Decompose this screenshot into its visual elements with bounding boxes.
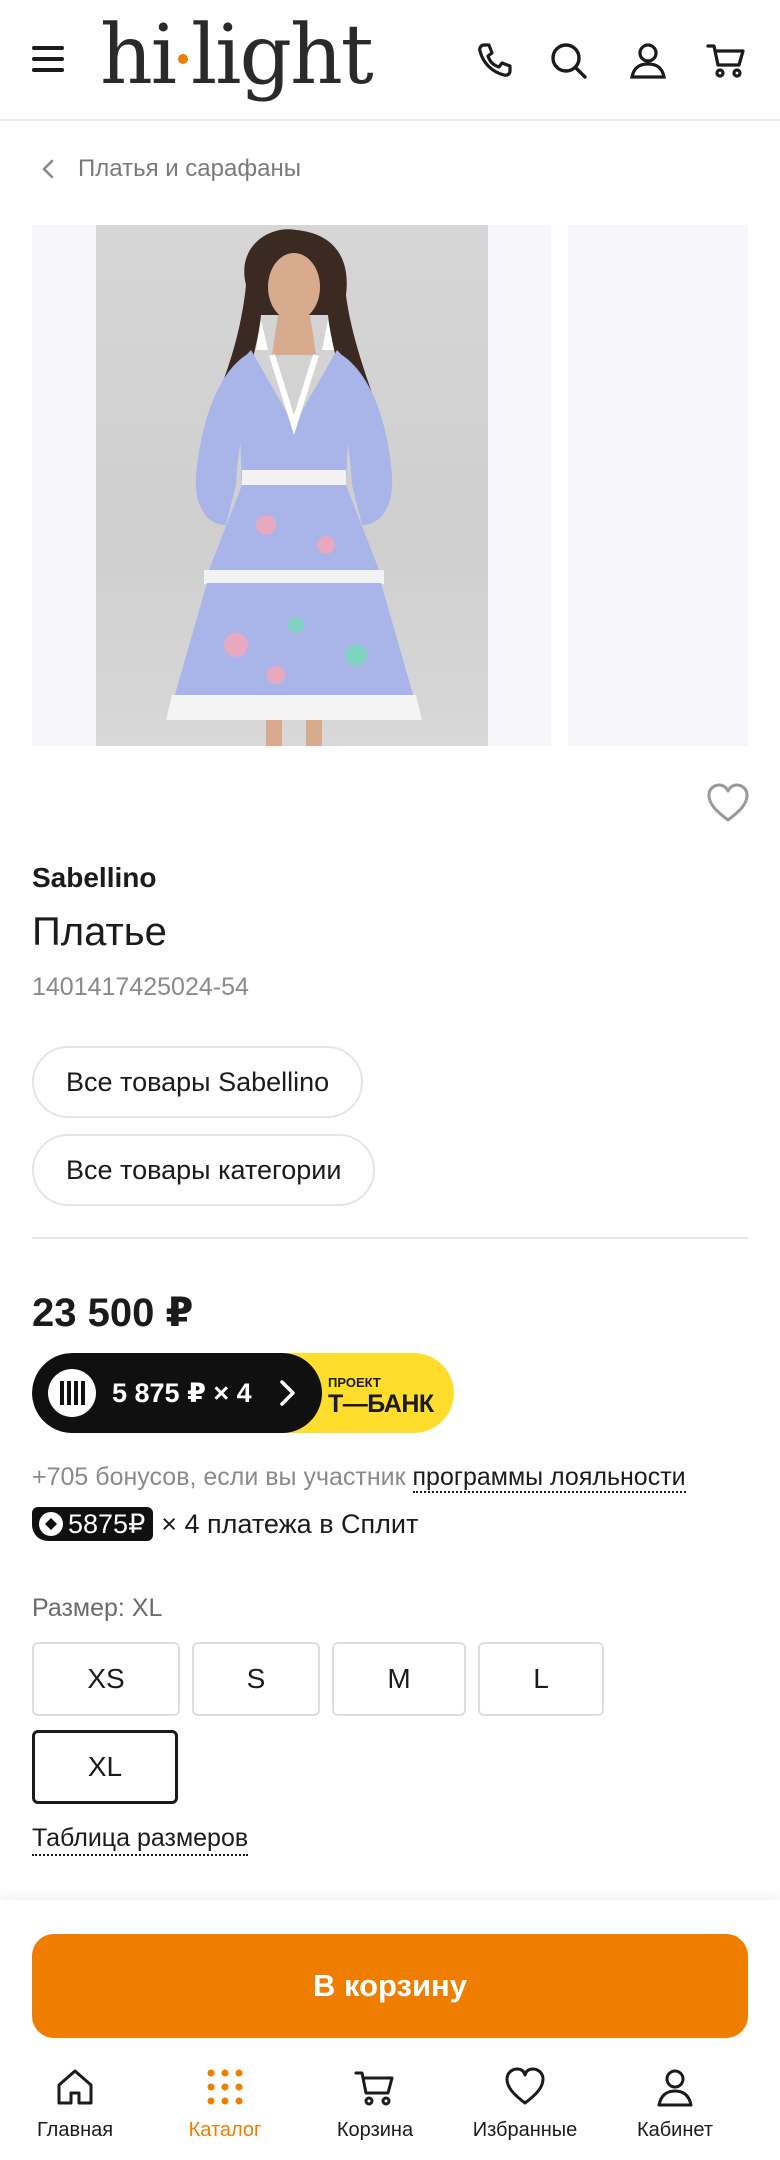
size-label: Размер: XL [32, 1594, 163, 1622]
split-text: × 4 платежа в Сплит [161, 1508, 419, 1539]
product-gallery[interactable] [32, 225, 748, 746]
heart-icon [505, 2067, 545, 2105]
cart-icon[interactable] [706, 40, 746, 80]
search-icon[interactable] [548, 40, 588, 80]
nav-account-label: Кабинет [636, 2119, 714, 2141]
size-option-s[interactable]: S [192, 1642, 320, 1716]
nav-cart-label: Корзина [336, 2119, 414, 2141]
favorite-heart-icon[interactable] [706, 783, 750, 823]
nav-catalog-label: Каталог [188, 2119, 262, 2141]
breadcrumb-label: Платья и сарафаны [78, 155, 301, 182]
split-payment[interactable]: 5875₽ × 4 платежа в Сплит [32, 1506, 418, 1542]
nav-home[interactable]: Главная [15, 2065, 135, 2155]
tbank-bank-label: Т—БАНК [328, 1390, 434, 1418]
size-option-l[interactable]: L [478, 1642, 604, 1716]
loyalty-program-link[interactable]: программы лояльности [412, 1463, 686, 1493]
bonus-text: +705 бонусов, если вы участник программы… [32, 1463, 686, 1493]
split-badge: 5875₽ [32, 1507, 154, 1541]
bottom-bar: В корзину Главная Каталог Корзина Избран… [0, 1900, 780, 2160]
all-brand-products-button[interactable]: Все товары Sabellino [32, 1046, 364, 1118]
site-logo[interactable]: hi light [100, 6, 374, 106]
size-option-xl[interactable]: XL [32, 1730, 178, 1804]
nav-account[interactable]: Кабинет [615, 2065, 735, 2155]
tbank-project-label: ПРОЕКТ [328, 1375, 381, 1390]
divider [32, 1237, 748, 1239]
logo-text-right: light [191, 8, 374, 103]
installment-amount: 5 875 ₽ × 4 [112, 1378, 252, 1408]
nav-cart[interactable]: Корзина [315, 2065, 435, 2155]
installment-badge[interactable]: 5 875 ₽ × 4 ПРОЕКТ Т—БАНК [32, 1353, 454, 1433]
all-category-products-button[interactable]: Все товары категории [32, 1134, 376, 1206]
nav-favorites-label: Избранные [472, 2119, 578, 2141]
gallery-slide-next[interactable] [568, 225, 748, 746]
logo-dot [178, 53, 189, 64]
user-icon [657, 2069, 693, 2107]
add-to-cart-button[interactable]: В корзину [32, 1934, 748, 2038]
chevron-right-icon [280, 1380, 295, 1406]
size-table-link[interactable]: Таблица размеров [32, 1824, 249, 1856]
breadcrumb[interactable]: Платья и сарафаны [38, 152, 301, 186]
home-icon [57, 2069, 93, 2105]
product-brand: Sabellino [32, 862, 157, 893]
user-icon[interactable] [628, 40, 668, 80]
dolyame-panel: 5 875 ₽ × 4 [32, 1353, 322, 1433]
dolyame-logo-icon [48, 1369, 96, 1417]
product-photo [96, 225, 488, 746]
menu-icon[interactable] [32, 46, 64, 72]
product-sku: 1401417425024-54 [32, 973, 249, 1001]
size-option-xs[interactable]: XS [32, 1642, 180, 1716]
catalog-icon [207, 2069, 243, 2105]
size-option-m[interactable]: M [332, 1642, 466, 1716]
nav-favorites[interactable]: Избранные [465, 2065, 585, 2155]
logo-text-left: hi [100, 8, 177, 103]
site-header: hi light [0, 0, 780, 121]
nav-home-label: Главная [36, 2119, 114, 2141]
split-amount: 5875₽ [68, 1508, 146, 1539]
dress-illustration [166, 229, 422, 746]
gallery-slide-current[interactable] [32, 225, 551, 746]
nav-catalog[interactable]: Каталог [165, 2065, 285, 2155]
cart-icon [354, 2071, 394, 2106]
phone-icon[interactable] [474, 40, 514, 80]
bonus-prefix: +705 бонусов, если вы участник [32, 1463, 413, 1491]
chevron-left-icon [42, 159, 54, 179]
product-price: 23 500 ₽ [32, 1291, 194, 1335]
product-title: Платье [32, 910, 167, 954]
split-logo-icon [39, 1512, 63, 1536]
